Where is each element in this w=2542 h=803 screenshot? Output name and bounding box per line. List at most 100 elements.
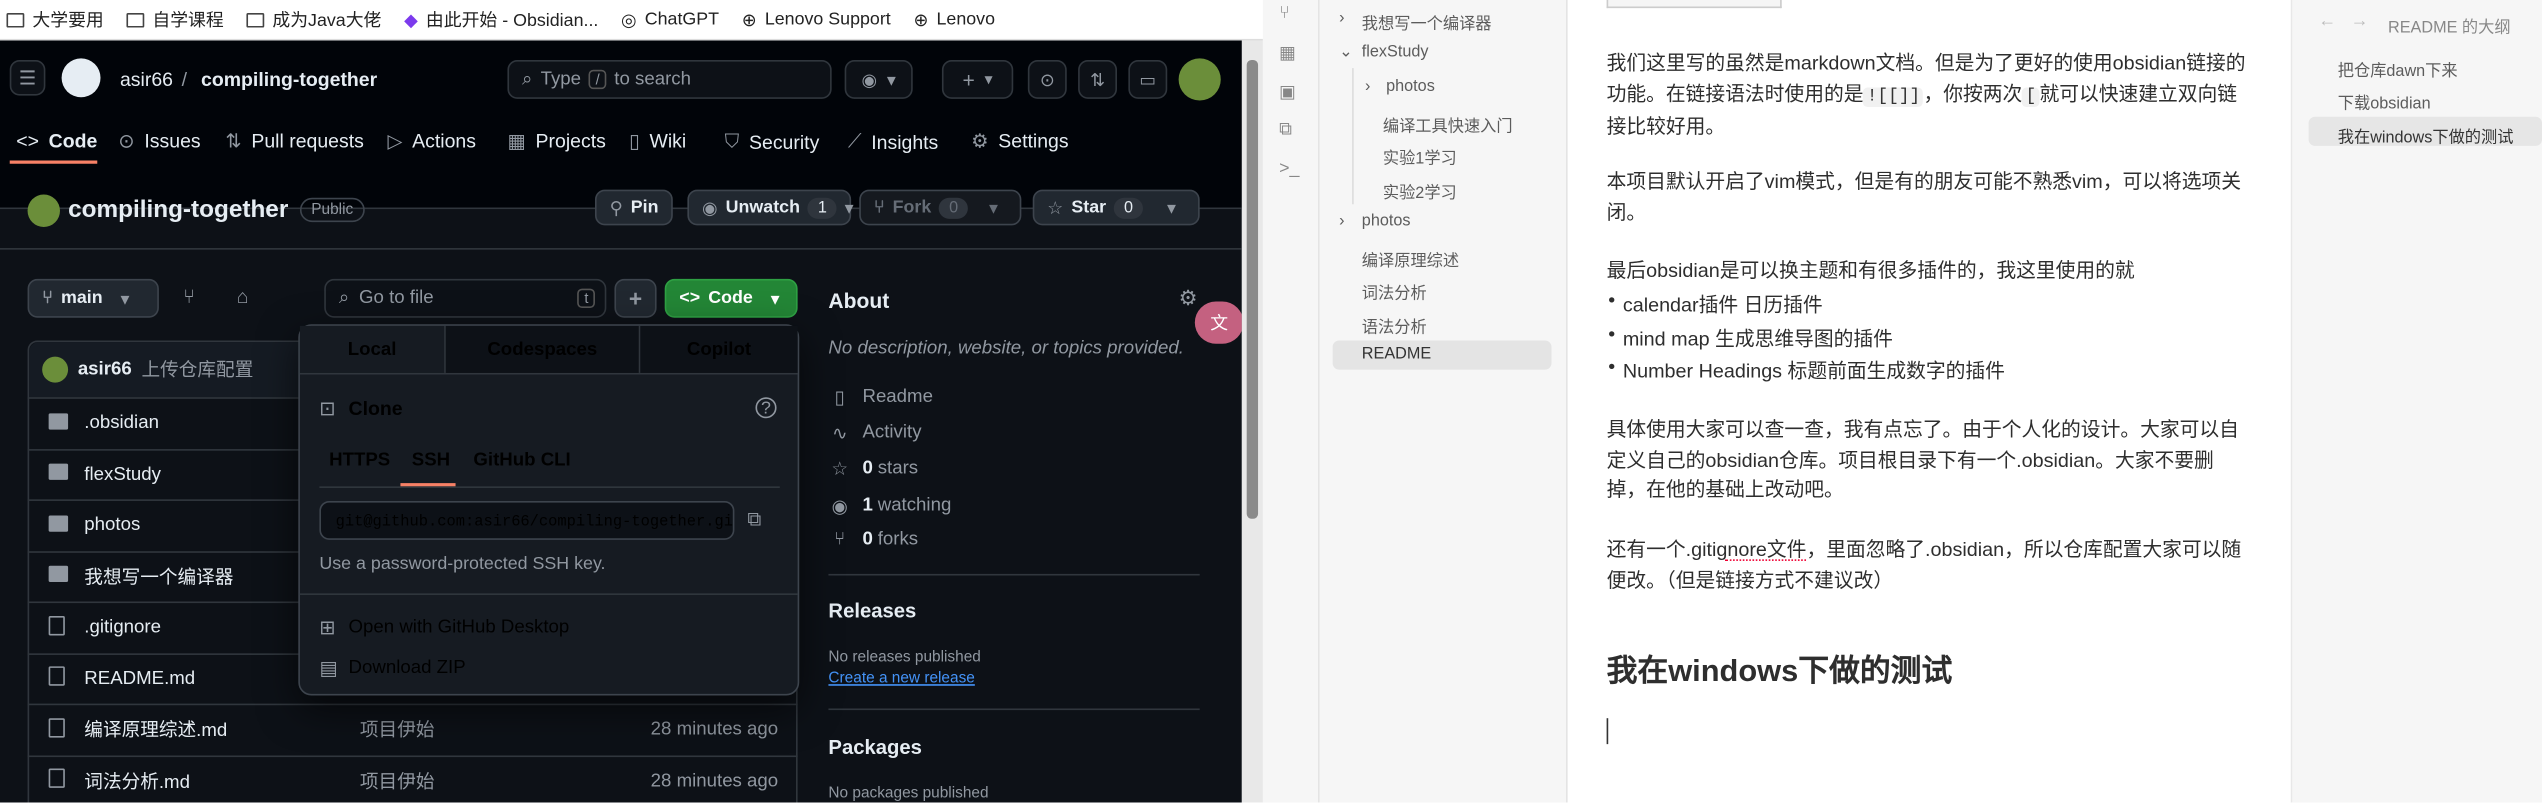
- repo-title[interactable]: compiling-together: [68, 196, 288, 224]
- file-icon: [48, 615, 65, 635]
- owner-link[interactable]: asir66: [120, 68, 173, 91]
- proto-https[interactable]: HTTPS: [329, 451, 390, 470]
- tab-insights[interactable]: ⟋ Insights: [848, 130, 938, 154]
- create-release-link[interactable]: Create a new release: [828, 670, 974, 688]
- bookmark-item[interactable]: ◆ 由此开始 - Obsidian...: [404, 6, 598, 32]
- releases-heading[interactable]: Releases: [828, 600, 916, 623]
- add-file-button[interactable]: +: [614, 278, 657, 318]
- tree-file[interactable]: 编译工具快速入门: [1383, 112, 1513, 136]
- commit-message[interactable]: 项目伊始: [360, 717, 651, 743]
- readme-link[interactable]: ▯ Readme: [828, 386, 933, 409]
- tree-file[interactable]: 实验2学习: [1383, 178, 1457, 203]
- tab-wiki[interactable]: ▯ Wiki: [629, 130, 686, 153]
- tab-code[interactable]: <> Code: [16, 130, 97, 153]
- tab-projects[interactable]: ▦ Projects: [507, 130, 605, 153]
- tab-actions[interactable]: ▷ Actions: [387, 130, 476, 153]
- commit-message[interactable]: 上传仓库配置: [141, 357, 253, 383]
- zip-icon: ▤: [319, 656, 338, 680]
- outline-item-active[interactable]: 我在windows下做的测试: [2338, 123, 2514, 148]
- issues-icon[interactable]: ⊙: [1027, 59, 1067, 99]
- book-icon: ▯: [834, 389, 845, 409]
- tree-file[interactable]: 编译原理综述: [1362, 246, 1459, 271]
- go-to-file-input[interactable]: ⌕ Go to file t: [324, 278, 607, 318]
- commit-message[interactable]: 项目伊始: [360, 768, 651, 794]
- fork-button[interactable]: ⑂ Fork 0 ▾: [859, 189, 1022, 226]
- terminal-icon[interactable]: >_: [1279, 159, 1299, 178]
- tree-folder[interactable]: 我想写一个编译器: [1362, 10, 1492, 34]
- create-new-button[interactable]: + ▾: [941, 59, 1014, 99]
- about-heading: About: [828, 288, 890, 313]
- tree-file[interactable]: 实验1学习: [1383, 144, 1457, 169]
- pull-request-icon[interactable]: ⇅: [1078, 59, 1118, 99]
- grid-icon[interactable]: ▦: [1279, 42, 1296, 63]
- inbox-icon[interactable]: ▭: [1128, 59, 1168, 99]
- avatar[interactable]: [1178, 58, 1221, 101]
- code-button[interactable]: <> Code ▾: [664, 278, 798, 318]
- bookmark-item[interactable]: 成为Java大佬: [246, 6, 381, 32]
- stars-link[interactable]: ☆ 0 stars: [828, 457, 918, 480]
- text-cursor[interactable]: [1606, 718, 1609, 745]
- copy-icon[interactable]: ⧉: [1279, 120, 1292, 141]
- tab-codespaces[interactable]: Codespaces: [445, 325, 641, 373]
- tree-folder[interactable]: flexStudy: [1362, 44, 1429, 62]
- tag-icon[interactable]: ⌂: [237, 285, 249, 308]
- copilot-button[interactable]: ◉ ▾: [844, 59, 913, 99]
- tab-security[interactable]: ⛉ Security: [725, 130, 820, 154]
- clone-popup: Local Codespaces Copilot ⊡ Clone ? HTTPS…: [298, 324, 800, 696]
- menu-icon[interactable]: ☰: [9, 59, 46, 96]
- bookmark-item[interactable]: 大学要用: [6, 6, 104, 32]
- commit-author[interactable]: asir66: [78, 360, 132, 379]
- tree-file[interactable]: 语法分析: [1362, 313, 1427, 337]
- outline-item[interactable]: 下载obsidian: [2338, 89, 2431, 114]
- pin-button[interactable]: ⚲ Pin: [594, 189, 674, 226]
- tab-copilot[interactable]: Copilot: [640, 325, 798, 373]
- tab-settings[interactable]: ⚙ Settings: [971, 130, 1068, 153]
- packages-heading[interactable]: Packages: [828, 736, 922, 759]
- chevron-down-icon: ▾: [770, 289, 780, 309]
- star-button[interactable]: ☆ Star 0 ▾: [1032, 189, 1200, 226]
- open-desktop-link[interactable]: Open with GitHub Desktop: [349, 618, 570, 637]
- gear-icon[interactable]: ⚙: [1179, 285, 1198, 311]
- file-name[interactable]: 词法分析.md: [84, 768, 360, 794]
- row-icon: [48, 565, 72, 587]
- commit-time: 28 minutes ago: [650, 770, 779, 791]
- tree-folder[interactable]: photos: [1362, 212, 1411, 230]
- forks-link[interactable]: ⑂ 0 forks: [828, 530, 918, 549]
- tree-folder[interactable]: photos: [1386, 78, 1435, 96]
- watchers-link[interactable]: ◉ 1 watching: [828, 494, 952, 517]
- back-arrow-icon[interactable]: ←: [2318, 11, 2336, 30]
- table-row[interactable]: 编译原理综述.md 项目伊始 28 minutes ago: [27, 703, 798, 754]
- github-logo-icon[interactable]: [61, 58, 101, 98]
- scrollbar-track[interactable]: [1241, 40, 1263, 803]
- proto-gh-cli[interactable]: GitHub CLI: [473, 451, 570, 470]
- proto-ssh[interactable]: SSH: [412, 451, 450, 470]
- branch-selector[interactable]: ⑂ main ▾: [27, 278, 159, 318]
- unwatch-button[interactable]: ◉ Unwatch 1 ▾: [687, 189, 854, 226]
- translate-icon[interactable]: 文: [1194, 301, 1242, 344]
- tab-issues[interactable]: ⊙ Issues: [118, 130, 200, 153]
- outline-item[interactable]: 把仓库dawn下来: [2338, 57, 2458, 81]
- activity-link[interactable]: ∿ Activity: [828, 422, 922, 444]
- bookmark-item[interactable]: ⊕ Lenovo: [913, 9, 995, 30]
- clone-url-input[interactable]: git@github.com:asir66/compiling-together…: [319, 500, 735, 540]
- graph-icon[interactable]: ⑂: [1279, 3, 1290, 22]
- file-name[interactable]: 编译原理综述.md: [84, 717, 360, 743]
- tree-file-active[interactable]: README: [1362, 345, 1431, 363]
- outline-pane: ← → README 的大纲 把仓库dawn下来 下载obsidian 我在wi…: [2292, 0, 2542, 803]
- repo-link[interactable]: compiling-together: [201, 68, 377, 91]
- bookmark-item[interactable]: 自学课程: [126, 6, 224, 32]
- bookmark-item[interactable]: ◎ ChatGPT: [621, 9, 719, 30]
- branches-icon[interactable]: ⑂: [183, 285, 195, 308]
- table-row[interactable]: 词法分析.md 项目伊始 28 minutes ago: [27, 754, 798, 803]
- search-input[interactable]: ⌕ Type / to search: [507, 59, 832, 99]
- globe-icon: ⊕: [741, 10, 757, 30]
- forward-arrow-icon[interactable]: →: [2351, 11, 2369, 30]
- calendar-icon[interactable]: ▣: [1279, 81, 1296, 102]
- bookmark-item[interactable]: ⊕ Lenovo Support: [742, 9, 891, 30]
- tree-file[interactable]: 词法分析: [1362, 279, 1427, 303]
- download-zip-link[interactable]: Download ZIP: [349, 658, 466, 677]
- tab-pull-requests[interactable]: ⇅ Pull requests: [225, 130, 364, 153]
- help-icon[interactable]: ?: [755, 397, 777, 419]
- tab-local[interactable]: Local: [299, 325, 446, 373]
- copy-icon[interactable]: ⧉: [747, 507, 761, 531]
